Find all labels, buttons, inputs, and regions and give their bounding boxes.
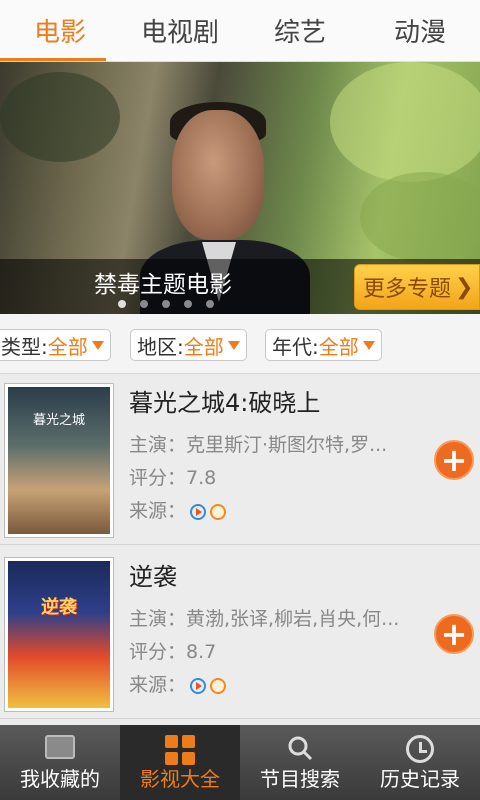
smiley-source-icon	[210, 677, 227, 694]
tab-tv-series[interactable]: 电视剧	[120, 0, 240, 61]
app-root: 电影 电视剧 综艺 动漫 禁毒主题电影 更多专题 ❯ 类型: 全部 地区: 全部…	[0, 0, 480, 800]
nav-catalog[interactable]: 影视大全	[120, 725, 240, 800]
nav-label: 节目搜索	[260, 767, 340, 791]
rating-value: 8.7	[186, 641, 217, 663]
play-source-icon	[190, 503, 207, 520]
filter-bar: 类型: 全部 地区: 全部 年代: 全部	[0, 314, 480, 374]
page-dot	[206, 300, 214, 308]
banner-page-indicator	[118, 300, 214, 308]
movie-title: 暮光之城4:破晓上	[129, 389, 321, 417]
movie-sources: 来源：	[129, 496, 227, 523]
movie-title: 逆袭	[129, 563, 177, 591]
category-tabs: 电影 电视剧 综艺 动漫	[0, 0, 480, 62]
play-source-icon	[190, 677, 207, 694]
nav-label: 历史记录	[380, 767, 460, 791]
featured-banner[interactable]: 禁毒主题电影 更多专题 ❯	[0, 62, 480, 314]
rating-value: 7.8	[186, 467, 217, 489]
filter-value: 全部	[183, 334, 224, 359]
nav-history[interactable]: 历史记录	[360, 725, 480, 800]
tab-movies[interactable]: 电影	[0, 0, 120, 61]
cast-value: 克里斯汀·斯图尔特,罗...	[186, 434, 388, 456]
dropdown-arrow-icon	[91, 340, 104, 350]
clock-icon	[406, 735, 434, 763]
add-favorite-button[interactable]: +	[434, 440, 474, 480]
banner-background	[360, 172, 480, 262]
movie-rating: 评分：8.7	[129, 637, 216, 664]
list-item[interactable]: 逆袭 逆袭 主演：黄渤,张译,柳岩,肖央,何... 评分：8.7 来源： +	[0, 549, 480, 719]
smiley-source-icon	[210, 503, 227, 520]
banner-caption: 禁毒主题电影	[94, 272, 232, 298]
poster-title: 暮光之城	[32, 413, 85, 428]
chevron-right-icon: ❯	[455, 274, 474, 300]
movie-poster: 暮光之城	[4, 383, 114, 538]
tab-variety[interactable]: 综艺	[240, 0, 360, 61]
rating-label: 评分：	[129, 641, 187, 663]
filter-label: 年代:	[272, 334, 319, 359]
filter-value: 全部	[47, 334, 88, 359]
rating-label: 评分：	[129, 467, 187, 489]
more-topics-label: 更多专题	[363, 277, 452, 302]
folder-icon	[45, 735, 75, 759]
more-topics-button[interactable]: 更多专题 ❯	[354, 264, 480, 310]
nav-favorites[interactable]: 我收藏的	[0, 725, 120, 800]
nav-search[interactable]: 节目搜索	[240, 725, 360, 800]
filter-label: 类型:	[1, 334, 48, 359]
nav-label: 影视大全	[140, 767, 220, 791]
source-label: 来源：	[129, 674, 187, 696]
movie-rating: 评分：7.8	[129, 463, 216, 490]
cast-label: 主演：	[129, 434, 187, 456]
poster-title: 逆袭	[41, 597, 77, 618]
list-item[interactable]: 暮光之城 暮光之城4:破晓上 主演：克里斯汀·斯图尔特,罗... 评分：7.8 …	[0, 375, 480, 545]
page-dot	[184, 300, 192, 308]
bottom-nav: 我收藏的 影视大全 节目搜索 历史记录	[0, 725, 480, 800]
search-icon	[288, 736, 313, 761]
movie-list: 暮光之城 暮光之城4:破晓上 主演：克里斯汀·斯图尔特,罗... 评分：7.8 …	[0, 375, 480, 725]
page-dot	[118, 300, 126, 308]
banner-background	[330, 62, 480, 182]
page-dot	[162, 300, 170, 308]
cast-label: 主演：	[129, 608, 187, 630]
page-dot	[140, 300, 148, 308]
cast-value: 黄渤,张译,柳岩,肖央,何...	[186, 608, 400, 630]
add-favorite-button[interactable]: +	[434, 614, 474, 654]
dropdown-arrow-icon	[362, 340, 375, 350]
dropdown-arrow-icon	[227, 340, 240, 350]
filter-region-dropdown[interactable]: 地区: 全部	[130, 329, 247, 361]
source-label: 来源：	[129, 500, 187, 522]
filter-year-dropdown[interactable]: 年代: 全部	[265, 329, 382, 361]
filter-value: 全部	[318, 334, 359, 359]
banner-background	[0, 72, 120, 162]
movie-cast: 主演：克里斯汀·斯图尔特,罗...	[129, 430, 387, 457]
nav-label: 我收藏的	[20, 767, 100, 791]
filter-genre-dropdown[interactable]: 类型: 全部	[0, 329, 111, 361]
grid-icon	[165, 735, 195, 765]
filter-label: 地区:	[137, 334, 184, 359]
tab-anime[interactable]: 动漫	[360, 0, 480, 61]
movie-poster: 逆袭	[4, 557, 114, 712]
movie-cast: 主演：黄渤,张译,柳岩,肖央,何...	[129, 604, 399, 631]
movie-sources: 来源：	[129, 670, 227, 697]
